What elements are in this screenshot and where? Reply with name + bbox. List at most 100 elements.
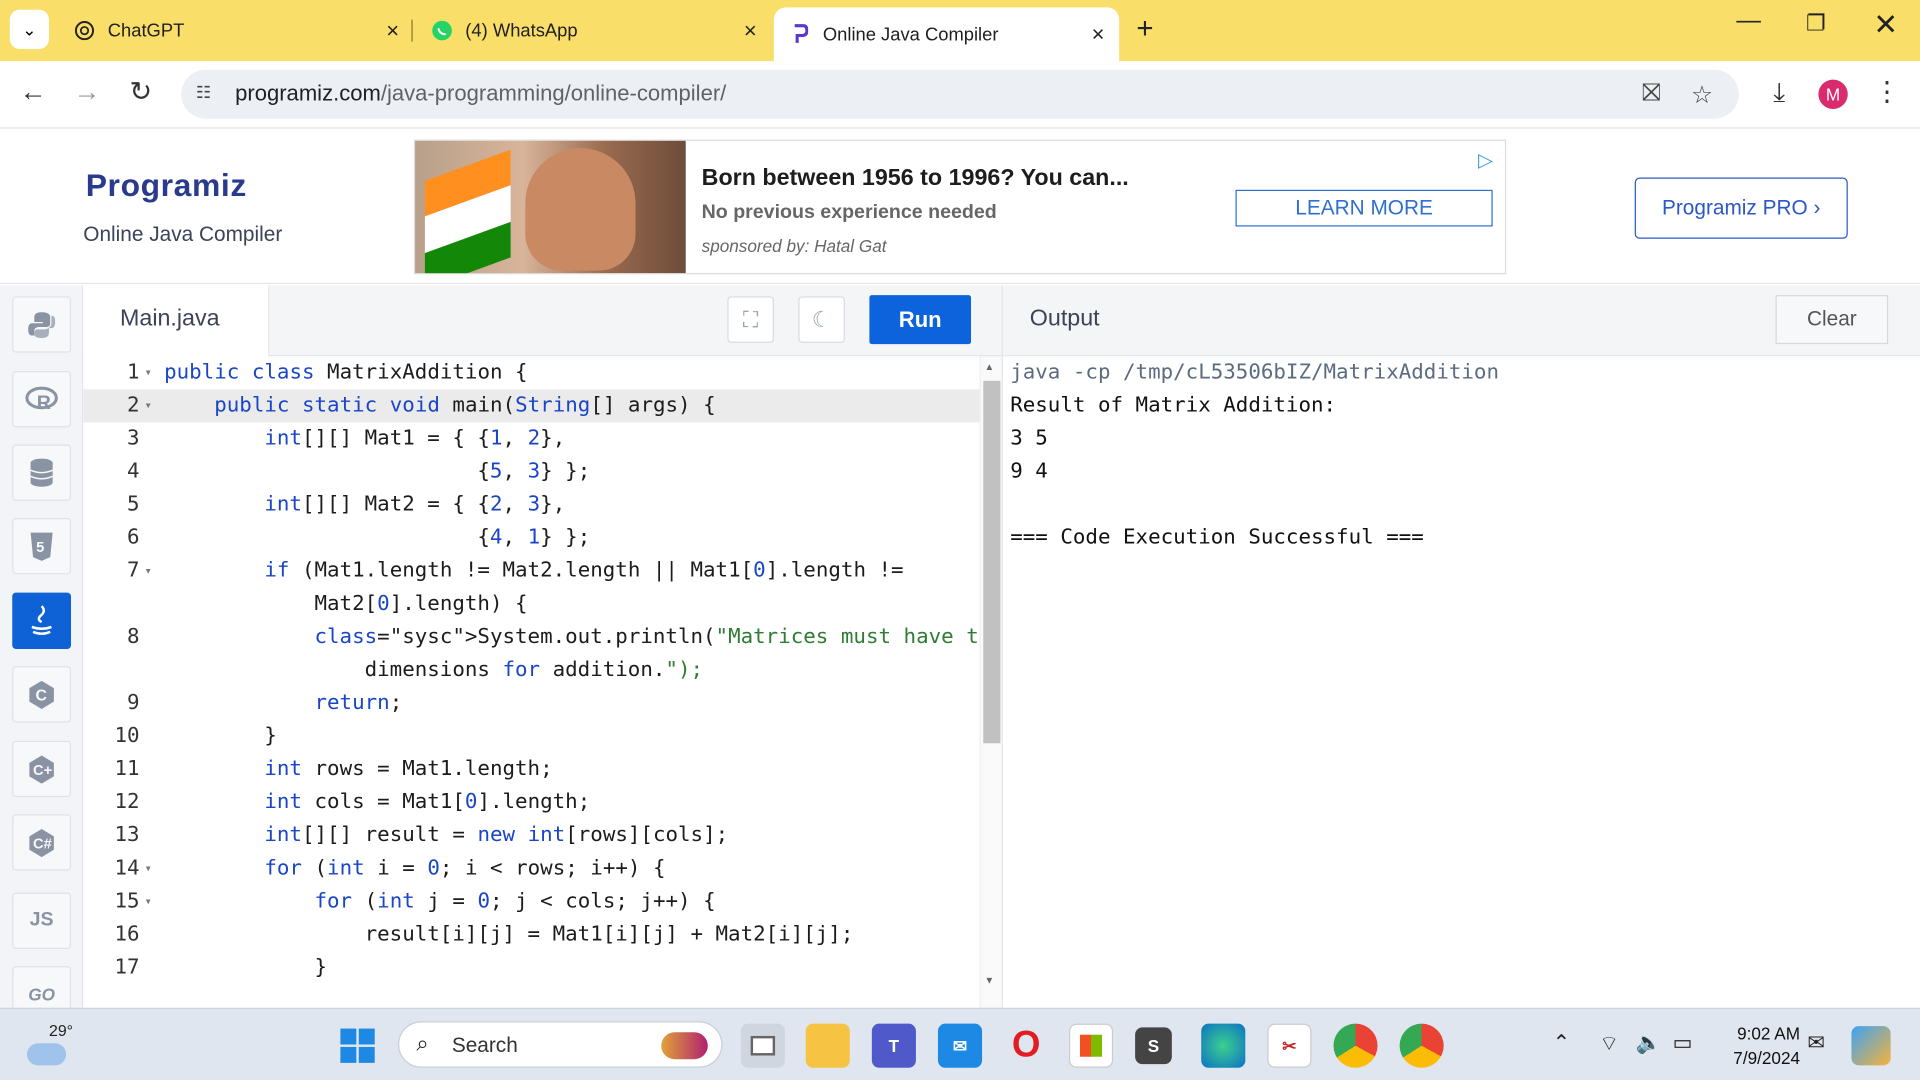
output-console[interactable]: java -cp /tmp/cL53506bIZ/MatrixAddition R… — [1001, 356, 1920, 1008]
notification-icon[interactable]: ✉ — [1807, 1031, 1824, 1055]
url-text[interactable]: programiz.com/java-programming/online-co… — [235, 81, 726, 107]
dark-mode-button[interactable]: ☾ — [798, 296, 845, 343]
code-line[interactable]: dimensions for addition."); — [83, 654, 979, 687]
run-button[interactable]: Run — [869, 295, 972, 345]
profile-avatar[interactable]: M — [1818, 79, 1848, 109]
code-line[interactable]: 2 ▾ public static void main(String[] args… — [83, 389, 980, 423]
chrome-profile-m-icon[interactable] — [1399, 1023, 1444, 1068]
tab-chatgpt[interactable]: ChatGPT × — [71, 10, 414, 52]
java-icon[interactable] — [12, 592, 72, 649]
minimize-button[interactable]: — — [1724, 7, 1773, 35]
new-tab-button[interactable]: + — [1136, 12, 1153, 46]
code-line[interactable]: 15 ▾ for (int j = 0; j < cols; j++) { — [83, 885, 979, 918]
code-line[interactable]: 10 } — [83, 720, 979, 753]
store-icon[interactable] — [1068, 1023, 1114, 1068]
tab-search-button[interactable]: ⌄ — [9, 9, 49, 49]
r-icon[interactable]: R — [12, 371, 72, 428]
clear-button[interactable]: Clear — [1775, 295, 1889, 345]
code-line[interactable]: 6 {4, 1} }; — [83, 522, 979, 555]
back-button[interactable]: ← — [15, 76, 52, 108]
ad-banner[interactable]: Born between 1956 to 1996? You can... No… — [413, 139, 1507, 275]
csharp-icon[interactable]: C# — [12, 814, 72, 871]
volume-muted-icon[interactable]: 🔈 — [1636, 1031, 1662, 1055]
code-editor[interactable]: 1 ▾ public class MatrixAddition {2 ▾ public… — [83, 356, 980, 1008]
chrome-icon[interactable] — [1333, 1023, 1378, 1068]
output-line: 9 4 — [1010, 459, 1048, 484]
address-bar[interactable]: ☷ programiz.com/java-programming/online-… — [181, 69, 1739, 119]
chevron-up-icon[interactable]: ⌃ — [1553, 1031, 1570, 1055]
programiz-pro-button[interactable]: Programiz PRO › — [1634, 177, 1848, 239]
scroll-up-icon[interactable]: ▲ — [984, 361, 994, 372]
code-line[interactable]: 13 int[][] result = new int[rows][cols]; — [83, 819, 979, 852]
javascript-icon[interactable]: JS — [12, 892, 72, 949]
code-text: } — [164, 955, 328, 980]
file-tab-main-java[interactable]: Main.java — [83, 285, 270, 357]
code-line[interactable]: 12 int cols = Mat1[0].length; — [83, 786, 979, 819]
code-line[interactable]: 9 return; — [83, 687, 979, 720]
download-icon[interactable]: ⤓ — [1761, 77, 1798, 109]
reload-button[interactable]: ↻ — [122, 76, 159, 108]
mail-icon[interactable]: ✉ — [937, 1023, 983, 1068]
app-s-icon[interactable]: S — [1135, 1027, 1172, 1065]
taskbar-search[interactable]: ⌕ Search — [397, 1021, 723, 1068]
fullscreen-icon: ⛶ — [742, 307, 759, 332]
fold-toggle-icon[interactable]: ▾ — [144, 885, 151, 918]
arrow-right-icon: → — [73, 75, 101, 107]
close-icon[interactable]: × — [744, 18, 757, 44]
fold-toggle-icon[interactable]: ▾ — [144, 389, 151, 422]
copilot-icon[interactable] — [1851, 1026, 1891, 1066]
close-icon[interactable]: × — [1092, 21, 1105, 47]
fold-toggle-icon[interactable]: ▾ — [144, 852, 151, 885]
site-settings-icon[interactable]: ☷ — [196, 82, 220, 106]
tab-whatsapp[interactable]: (4) WhatsApp × — [429, 10, 772, 52]
programiz-logo[interactable]: Programiz — [86, 167, 247, 205]
code-line[interactable]: 7 ▾ if (Mat1.length != Mat2.length || Mat… — [83, 555, 979, 588]
no-tracking-icon[interactable]: ⛝ — [1642, 80, 1661, 108]
editor-scrollbar[interactable]: ▲ ▼ — [979, 356, 1002, 1008]
go-icon[interactable]: GO — [12, 966, 72, 1008]
c-icon[interactable]: C — [12, 666, 72, 723]
code-line[interactable]: 1 ▾ public class MatrixAddition { — [83, 356, 979, 389]
tab-online-java-compiler[interactable]: Online Java Compiler × — [773, 7, 1120, 62]
scroll-down-icon[interactable]: ▼ — [984, 975, 994, 986]
task-view-icon[interactable] — [740, 1023, 785, 1068]
scrollbar-thumb[interactable] — [983, 380, 1001, 744]
line-number: 1 — [127, 360, 140, 385]
code-line[interactable]: 11 int rows = Mat1.length; — [83, 753, 979, 786]
restore-button[interactable]: ❐ — [1791, 11, 1840, 37]
fullscreen-button[interactable]: ⛶ — [727, 296, 774, 343]
code-text: public static void main(String[] args) { — [214, 393, 716, 418]
html-icon[interactable]: 5 — [12, 517, 72, 575]
code-line[interactable]: 4 {5, 3} }; — [83, 456, 979, 489]
code-line[interactable]: 14 ▾ for (int i = 0; i < rows; i++) { — [83, 852, 979, 885]
svg-text:5: 5 — [36, 540, 44, 556]
sql-icon[interactable] — [12, 444, 72, 501]
file-explorer-icon[interactable] — [805, 1023, 850, 1068]
code-line[interactable]: 17 } — [83, 951, 979, 984]
code-line[interactable]: 5 int[][] Mat2 = { {2, 3}, — [83, 489, 979, 522]
battery-icon[interactable]: ▭ — [1673, 1031, 1693, 1055]
start-button[interactable] — [340, 1028, 375, 1063]
taskbar-clock[interactable]: 9:02 AM 7/9/2024 — [1714, 1021, 1800, 1070]
forward-button[interactable]: → — [69, 76, 106, 108]
code-text: for (int i = 0; i < rows; i++) { — [264, 855, 666, 881]
cpp-icon[interactable]: C+ — [12, 740, 72, 798]
ad-choices-icon[interactable]: ▷ — [1478, 148, 1498, 172]
teams-icon[interactable]: T — [871, 1023, 916, 1068]
fold-toggle-icon[interactable]: ▾ — [144, 555, 151, 588]
opera-icon[interactable]: O — [1004, 1024, 1048, 1068]
fold-toggle-icon[interactable]: ▾ — [144, 356, 151, 389]
code-line[interactable]: 8 class="sysc">System.out.println("Matri… — [83, 621, 980, 654]
edge-icon[interactable] — [1201, 1023, 1246, 1068]
close-icon[interactable]: × — [386, 18, 399, 44]
code-line[interactable]: 3 int[][] Mat1 = { {1, 2}, — [83, 422, 979, 455]
python-icon[interactable] — [12, 296, 72, 353]
close-window-button[interactable]: ✕ — [1861, 7, 1910, 43]
bookmark-star-icon[interactable]: ☆ — [1691, 80, 1713, 111]
snipping-tool-icon[interactable]: ✂ — [1267, 1023, 1312, 1068]
code-line[interactable]: 16 result[i][j] = Mat1[i][j] + Mat2[i][j… — [83, 918, 979, 951]
browser-menu-icon[interactable]: ⋮ — [1869, 76, 1906, 108]
wifi-icon[interactable]: ⌔ — [1599, 1031, 1619, 1057]
learn-more-button[interactable]: LEARN MORE — [1235, 189, 1493, 227]
code-line[interactable]: Mat2[0].length) { — [83, 588, 979, 621]
